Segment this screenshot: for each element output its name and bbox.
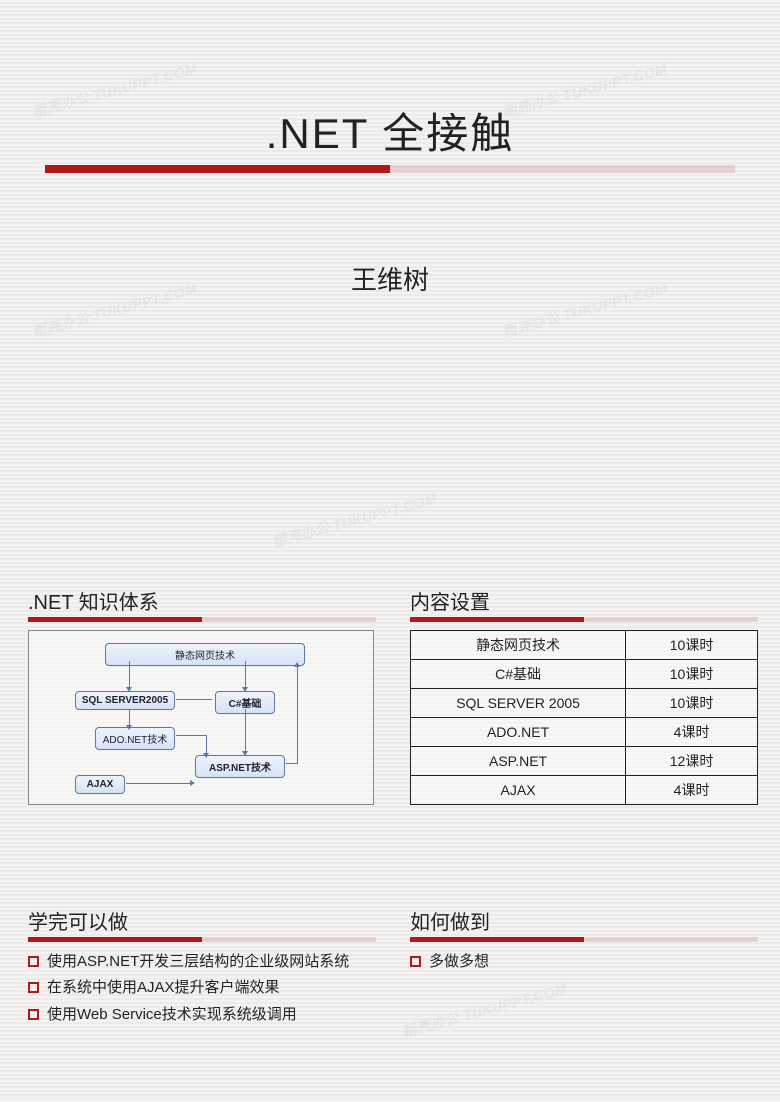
node-asp: ASP.NET技术: [195, 755, 285, 778]
watermark: 稻壳办公 TUKUPPT.COM: [400, 978, 569, 1041]
knowledge-heading: .NET 知识体系: [28, 586, 376, 617]
howto-panel: 如何做到 多做多想: [410, 906, 758, 978]
connector: [176, 735, 206, 736]
howto-heading: 如何做到: [410, 906, 758, 937]
node-sql: SQL SERVER2005: [75, 691, 175, 710]
knowledge-diagram: 静态网页技术 SQL SERVER2005 C#基础 ADO.NET技术 ASP…: [28, 630, 374, 805]
list-item-text: 使用Web Service技术实现系统级调用: [47, 1005, 297, 1025]
heading-underline: [28, 937, 376, 942]
course-hours: 12课时: [626, 747, 758, 776]
bullet-icon: [28, 1009, 39, 1020]
connector: [126, 783, 190, 784]
course-hours: 4课时: [626, 718, 758, 747]
howto-list: 多做多想: [410, 952, 758, 972]
bullet-icon: [28, 956, 39, 967]
title-slide: .NET 全接触: [0, 100, 780, 173]
course-name: SQL SERVER 2005: [411, 689, 626, 718]
heading-underline: [410, 617, 758, 622]
presentation-title: .NET 全接触: [0, 100, 780, 161]
course-name: AJAX: [411, 776, 626, 805]
bullet-icon: [28, 982, 39, 993]
cando-heading: 学完可以做: [28, 906, 376, 937]
list-item-text: 使用ASP.NET开发三层结构的企业级网站系统: [47, 952, 349, 972]
list-item: 使用ASP.NET开发三层结构的企业级网站系统: [28, 952, 376, 972]
node-ajax: AJAX: [75, 775, 125, 794]
node-ado: ADO.NET技术: [95, 727, 175, 750]
list-item-text: 多做多想: [429, 952, 489, 972]
content-panel: 内容设置 静态网页技术10课时 C#基础10课时 SQL SERVER 2005…: [410, 586, 758, 805]
node-static-web: 静态网页技术: [105, 643, 305, 666]
course-hours: 10课时: [626, 689, 758, 718]
list-item-text: 在系统中使用AJAX提升客户端效果: [47, 978, 280, 998]
course-hours: 10课时: [626, 660, 758, 689]
watermark: 稻壳办公 TUKUPPT.COM: [270, 488, 439, 551]
course-name: ASP.NET: [411, 747, 626, 776]
course-name: 静态网页技术: [411, 631, 626, 660]
connector: [245, 661, 246, 687]
course-hours: 4课时: [626, 776, 758, 805]
table-row: C#基础10课时: [411, 660, 758, 689]
connector: [129, 709, 130, 725]
table-row: 静态网页技术10课时: [411, 631, 758, 660]
table-row: AJAX4课时: [411, 776, 758, 805]
course-hours: 10课时: [626, 631, 758, 660]
heading-underline: [410, 937, 758, 942]
cando-list: 使用ASP.NET开发三层结构的企业级网站系统 在系统中使用AJAX提升客户端效…: [28, 952, 376, 1025]
list-item: 多做多想: [410, 952, 758, 972]
bullet-icon: [410, 956, 421, 967]
connector: [286, 763, 298, 764]
list-item: 在系统中使用AJAX提升客户端效果: [28, 978, 376, 998]
connector: [129, 661, 130, 687]
course-name: ADO.NET: [411, 718, 626, 747]
table-row: ADO.NET4课时: [411, 718, 758, 747]
course-table: 静态网页技术10课时 C#基础10课时 SQL SERVER 200510课时 …: [410, 630, 758, 805]
table-row: SQL SERVER 200510课时: [411, 689, 758, 718]
connector: [176, 699, 212, 700]
list-item: 使用Web Service技术实现系统级调用: [28, 1005, 376, 1025]
knowledge-panel: .NET 知识体系 静态网页技术 SQL SERVER2005 C#基础 ADO…: [28, 586, 376, 805]
connector: [245, 709, 246, 751]
table-row: ASP.NET12课时: [411, 747, 758, 776]
course-name: C#基础: [411, 660, 626, 689]
author-name: 王维树: [0, 260, 780, 297]
connector: [206, 735, 207, 753]
heading-underline: [28, 617, 376, 622]
content-heading: 内容设置: [410, 586, 758, 617]
title-underline: [45, 165, 735, 173]
connector: [297, 667, 298, 763]
cando-panel: 学完可以做 使用ASP.NET开发三层结构的企业级网站系统 在系统中使用AJAX…: [28, 906, 376, 1031]
